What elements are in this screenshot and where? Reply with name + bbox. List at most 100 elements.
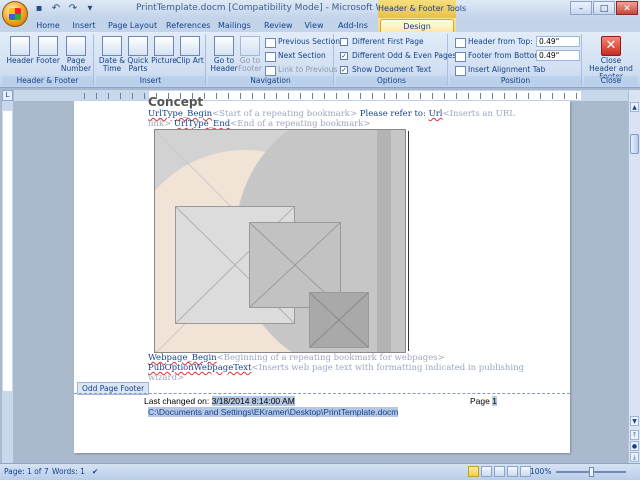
group-close: ✕Close Header and Footer Close bbox=[584, 34, 638, 86]
window-title: PrintTemplate.docm [Compatibility Mode] … bbox=[136, 3, 399, 13]
proofing-icon[interactable]: ✔ bbox=[92, 467, 98, 476]
status-bar: Page: 1 of 7 Words: 1 ✔ 100% bbox=[0, 463, 640, 480]
tab-references[interactable]: References bbox=[166, 19, 210, 32]
footer-from-bottom-row: Footer from Bottom: 0.49" bbox=[454, 50, 582, 62]
browse-object-icon[interactable]: ● bbox=[630, 441, 639, 451]
page-count[interactable]: Page: 1 of 7 bbox=[4, 467, 49, 476]
picture-icon bbox=[154, 36, 174, 56]
outline-icon[interactable] bbox=[507, 466, 518, 477]
clip-art-icon bbox=[180, 36, 200, 56]
group-navigation: Go to Header Go to Footer Previous Secti… bbox=[208, 34, 340, 86]
doc-line-pub-option-2[interactable]: wizard> bbox=[148, 373, 184, 383]
tab-page-layout[interactable]: Page Layout bbox=[108, 19, 157, 32]
header-from-top-input[interactable]: 0.49" bbox=[536, 36, 580, 47]
heading-fragment: Concept bbox=[148, 95, 204, 109]
doc-line-2[interactable]: link> UrlType_End<End of a repeating boo… bbox=[148, 119, 371, 129]
footer-from-bottom-input[interactable]: 0.49" bbox=[536, 50, 580, 61]
group-position: Header from Top: 0.49" Footer from Bottom… bbox=[450, 34, 582, 86]
context-tool-title: Header & Footer Tools bbox=[378, 0, 466, 18]
footer-icon bbox=[38, 36, 58, 56]
footer-last-changed[interactable]: Last changed on: 3/18/2014 8:14:00 AM bbox=[144, 396, 295, 406]
floppy-icon[interactable]: ▪ bbox=[32, 2, 46, 16]
checkbox-checked-icon: ✓ bbox=[340, 66, 348, 74]
doc-line-pub-option[interactable]: PubOptionWebpageText<Inserts web page te… bbox=[148, 363, 524, 373]
document-page[interactable]: Concept UrlType_Begin<Start of a repeati… bbox=[74, 95, 570, 453]
checkbox-checked-icon: ✓ bbox=[340, 52, 348, 60]
window-controls: – □ ✕ bbox=[570, 1, 638, 15]
different-first-page-checkbox[interactable]: Different First Page bbox=[340, 36, 424, 48]
vertical-ruler[interactable] bbox=[2, 101, 13, 463]
tab-view[interactable]: View bbox=[304, 19, 324, 32]
header-icon bbox=[10, 36, 30, 56]
insert-alignment-tab-button[interactable]: Insert Alignment Tab bbox=[454, 64, 545, 76]
group-label-header-footer: Header & Footer bbox=[2, 76, 93, 86]
footer-page-number[interactable]: Page 1 bbox=[470, 396, 497, 406]
tab-design[interactable]: Design bbox=[380, 19, 454, 32]
link-to-previous-button[interactable]: Link to Previous bbox=[264, 64, 337, 76]
group-insert: Date & Time Quick Parts Picture Clip Art… bbox=[96, 34, 206, 86]
print-layout-icon[interactable] bbox=[468, 466, 479, 477]
placeholder-image[interactable] bbox=[154, 129, 406, 353]
clip-art-button[interactable]: Clip Art bbox=[174, 36, 206, 76]
tab-review[interactable]: Review bbox=[264, 19, 293, 32]
close-icon: ✕ bbox=[601, 36, 621, 56]
next-page-icon[interactable]: ⤓ bbox=[630, 452, 639, 462]
view-buttons bbox=[468, 466, 531, 477]
redo-icon[interactable]: ↷ bbox=[66, 2, 80, 16]
vertical-scrollbar[interactable]: ▲ ▼ ⤒ ● ⤓ bbox=[628, 90, 640, 463]
checkbox-unchecked bbox=[340, 38, 348, 46]
page-number-icon bbox=[66, 36, 86, 56]
zoom-slider-knob[interactable] bbox=[589, 467, 594, 477]
word-count[interactable]: Words: 1 bbox=[52, 467, 85, 476]
title-bar: ▪ ↶ ↷ ▾ PrintTemplate.docm [Compatibilit… bbox=[0, 0, 640, 27]
calendar-icon bbox=[102, 36, 122, 56]
group-label-navigation: Navigation bbox=[208, 76, 333, 86]
frame-border bbox=[408, 131, 409, 351]
quick-parts-icon bbox=[128, 36, 148, 56]
scroll-thumb[interactable] bbox=[630, 134, 639, 154]
close-header-footer-button[interactable]: ✕Close Header and Footer bbox=[586, 36, 636, 81]
show-document-text-checkbox[interactable]: ✓ Show Document Text bbox=[340, 64, 431, 76]
full-screen-reading-icon[interactable] bbox=[481, 466, 492, 477]
group-options: Different First Page ✓ Different Odd & Ev… bbox=[336, 34, 456, 86]
goto-header-icon bbox=[214, 36, 234, 56]
office-button[interactable] bbox=[2, 1, 28, 27]
goto-footer-button[interactable]: Go to Footer bbox=[234, 36, 266, 76]
zoom-slider[interactable] bbox=[556, 467, 626, 477]
footer-boundary bbox=[74, 393, 570, 394]
previous-section-button[interactable]: Previous Section bbox=[264, 36, 340, 48]
minimize-icon[interactable]: – bbox=[570, 1, 592, 15]
zoom-level[interactable]: 100% bbox=[530, 467, 551, 476]
undo-icon[interactable]: ↶ bbox=[49, 2, 63, 16]
scroll-up-icon[interactable]: ▲ bbox=[630, 102, 639, 112]
group-label-options: Options bbox=[336, 76, 447, 86]
tab-insert[interactable]: Insert bbox=[72, 19, 96, 32]
tab-home[interactable]: Home bbox=[36, 19, 60, 32]
different-odd-even-checkbox[interactable]: ✓ Different Odd & Even Pages bbox=[340, 50, 456, 62]
page-number-button[interactable]: Page Number bbox=[60, 36, 92, 76]
previous-page-icon[interactable]: ⤒ bbox=[630, 430, 639, 440]
scroll-down-icon[interactable]: ▼ bbox=[630, 416, 639, 426]
group-label-insert: Insert bbox=[96, 76, 205, 86]
footer-file-path[interactable]: C:\Documents and Settings\EKramer\Deskto… bbox=[148, 407, 399, 417]
next-section-button[interactable]: Next Section bbox=[264, 50, 326, 62]
close-window-icon[interactable]: ✕ bbox=[616, 1, 638, 15]
goto-footer-icon bbox=[240, 36, 260, 56]
tab-selector-button[interactable]: L bbox=[2, 90, 13, 101]
tab-mailings[interactable]: Mailings bbox=[218, 19, 251, 32]
quick-access-toolbar: ▪ ↶ ↷ ▾ bbox=[32, 2, 97, 16]
doc-line-webpage-begin[interactable]: Webpage_Begin<Beginning of a repeating b… bbox=[148, 353, 445, 363]
group-header-footer: Header Footer Page Number Header & Foote… bbox=[2, 34, 94, 86]
group-label-position: Position bbox=[450, 76, 581, 86]
tab-add-ins[interactable]: Add-Ins bbox=[338, 19, 368, 32]
ribbon: Header Footer Page Number Header & Foote… bbox=[0, 32, 640, 88]
horizontal-ruler[interactable] bbox=[14, 90, 628, 101]
header-from-top-row: Header from Top: 0.49" bbox=[454, 36, 582, 48]
web-layout-icon[interactable] bbox=[494, 466, 505, 477]
maximize-icon[interactable]: □ bbox=[593, 1, 615, 15]
doc-line-1[interactable]: UrlType_Begin<Start of a repeating bookm… bbox=[148, 109, 515, 119]
group-label-close: Close bbox=[584, 76, 638, 86]
qat-more-icon[interactable]: ▾ bbox=[83, 2, 97, 16]
image-placeholder-icon bbox=[309, 292, 369, 348]
ribbon-tabs: Home Insert Page Layout References Maili… bbox=[0, 18, 640, 32]
